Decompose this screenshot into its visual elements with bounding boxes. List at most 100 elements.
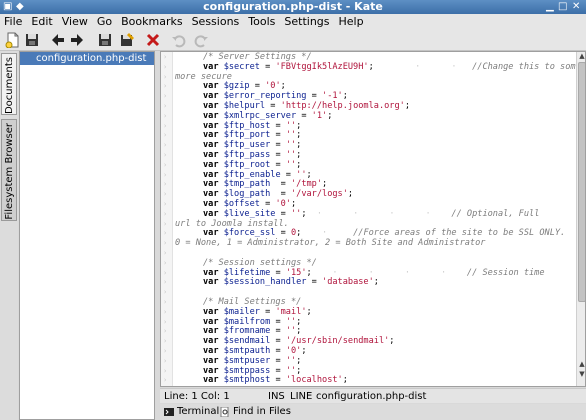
vertical-scrollbar[interactable]: ▲ ▲ ▼ (576, 52, 585, 386)
minimize-icon[interactable]: ▁ (546, 1, 554, 13)
tab-find-in-files[interactable]: Find in Files (220, 404, 291, 420)
code-editor[interactable]: › /* Server Settings */ › var $secret = 'FB… (160, 51, 586, 387)
back-arrow-icon[interactable] (49, 31, 67, 49)
code-token: '' (285, 140, 297, 151)
redo-icon[interactable] (192, 31, 210, 49)
code-token: var (203, 120, 224, 131)
menu-help[interactable]: Help (339, 14, 364, 29)
code-area[interactable]: › /* Server Settings */ › var $secret = 'FB… (163, 52, 585, 386)
code-token: '' (290, 208, 302, 219)
menu-sessions[interactable]: Sessions (192, 14, 240, 29)
fold-marker-icon: › (163, 82, 168, 91)
code-token: var (203, 228, 224, 239)
fold-marker-icon: › (163, 111, 168, 120)
code-token: = (296, 110, 312, 121)
code-line[interactable]: › var $secret = 'FBVtggIk5lAzEU9H'; · · /… (163, 61, 585, 73)
menu-go[interactable]: Go (97, 14, 112, 29)
code-token: $mailer (223, 306, 260, 317)
code-token: var (203, 189, 224, 200)
code-token: $ftp_pass (223, 149, 271, 160)
code-token: '' (285, 355, 297, 366)
save-as-icon[interactable] (96, 31, 114, 49)
code-token: $ftp_user (223, 140, 271, 151)
menu-bookmarks[interactable]: Bookmarks (121, 14, 182, 29)
maximize-icon[interactable]: □ (558, 1, 567, 13)
code-token: '' (285, 120, 297, 131)
code-token: = (249, 81, 266, 92)
code-token: ; (296, 159, 302, 170)
menu-edit[interactable]: Edit (31, 14, 52, 29)
scroll-up-icon[interactable]: ▲ (577, 360, 585, 368)
code-token: ; (306, 169, 312, 180)
code-token: ; (347, 189, 354, 200)
code-token: ; (342, 91, 348, 102)
close-icon[interactable] (144, 31, 162, 49)
code-token: 'FBVtggIk5lAzEU9H' (275, 61, 369, 72)
code-token: ; (373, 277, 379, 288)
code-token: var (203, 100, 224, 111)
tab-filesystem-browser[interactable]: Filesystem Browser (1, 119, 17, 221)
scrollbar-thumb[interactable] (578, 62, 585, 302)
scroll-up-icon[interactable]: ▲ (577, 52, 585, 60)
code-line[interactable]: › var $smtphost = 'localhost'; (163, 375, 575, 386)
forward-arrow-icon[interactable] (68, 31, 86, 49)
close-window-icon[interactable]: ✕ (572, 1, 580, 13)
code-token: var (203, 198, 224, 209)
code-token: $helpurl (223, 100, 266, 111)
undo-icon[interactable] (170, 31, 188, 49)
tab-documents[interactable]: Documents (1, 53, 17, 115)
code-token: ; (389, 336, 395, 347)
code-token: '0' (275, 198, 291, 209)
code-token: ; (296, 130, 302, 141)
code-token: 'http://help.joomla.org' (280, 100, 405, 111)
code-token: · · (373, 61, 473, 72)
code-token: ; (296, 149, 302, 160)
scroll-down-icon[interactable]: ▼ (577, 370, 585, 378)
status-bar: Line: 1 Col: 1 INS LINE configuration.ph… (160, 388, 586, 403)
fold-marker-icon: › (163, 101, 168, 110)
code-token: = (270, 326, 286, 337)
code-line[interactable]: › var $session_handler = 'database'; (163, 277, 575, 288)
code-line[interactable]: › 0 = None, 1 = Administrator, 2 = Both S… (163, 238, 575, 249)
fold-marker-icon: › (163, 199, 168, 208)
title-bar[interactable]: ▣ ◆ configuration.php-dist - Kate ▁ □ ✕ (0, 0, 586, 14)
tab-terminal[interactable]: Terminal (164, 404, 219, 420)
sidebar-tab-strip: Documents Filesystem Browser (0, 51, 18, 420)
status-filename: configuration.php-dist (316, 391, 427, 402)
fold-marker-icon: › (163, 248, 168, 257)
fold-marker-icon: › (163, 150, 168, 159)
fold-marker-icon: › (163, 92, 168, 101)
code-token: $smtphost (223, 375, 271, 386)
fold-marker-icon: › (163, 327, 168, 336)
fold-marker-icon: › (163, 229, 168, 238)
fold-marker-icon: › (163, 346, 168, 355)
code-token: = (270, 355, 286, 366)
fold-marker-icon: › (163, 297, 168, 306)
insert-mode[interactable]: INS (268, 389, 285, 404)
save-all-icon[interactable] (118, 31, 136, 49)
code-token: var (203, 61, 224, 72)
code-token: = (270, 130, 286, 141)
line-mode[interactable]: LINE (290, 389, 312, 404)
code-token: $lifetime (223, 267, 271, 278)
code-token: $live_site (223, 208, 276, 219)
code-token: var (203, 159, 224, 170)
code-token: $xmlrpc_server (223, 110, 297, 121)
code-token: = (270, 365, 286, 376)
code-token: $ftp_root (223, 159, 271, 170)
code-token: ; (342, 375, 348, 386)
document-item[interactable]: configuration.php-dist (20, 52, 154, 65)
new-document-icon[interactable] (4, 31, 22, 49)
code-token: '/usr/sbin/sendmail' (285, 336, 390, 347)
code-token: $smtpauth (223, 345, 271, 356)
code-token: '0' (285, 345, 302, 356)
code-token: = (270, 140, 286, 151)
menu-tools[interactable]: Tools (248, 14, 275, 29)
save-icon[interactable] (23, 31, 41, 49)
code-token: = (275, 228, 291, 239)
menu-file[interactable]: File (4, 14, 22, 29)
tab-documents-label: Documents (4, 57, 15, 115)
fold-marker-icon: › (163, 190, 168, 199)
menu-view[interactable]: View (62, 14, 88, 29)
menu-settings[interactable]: Settings (284, 14, 329, 29)
